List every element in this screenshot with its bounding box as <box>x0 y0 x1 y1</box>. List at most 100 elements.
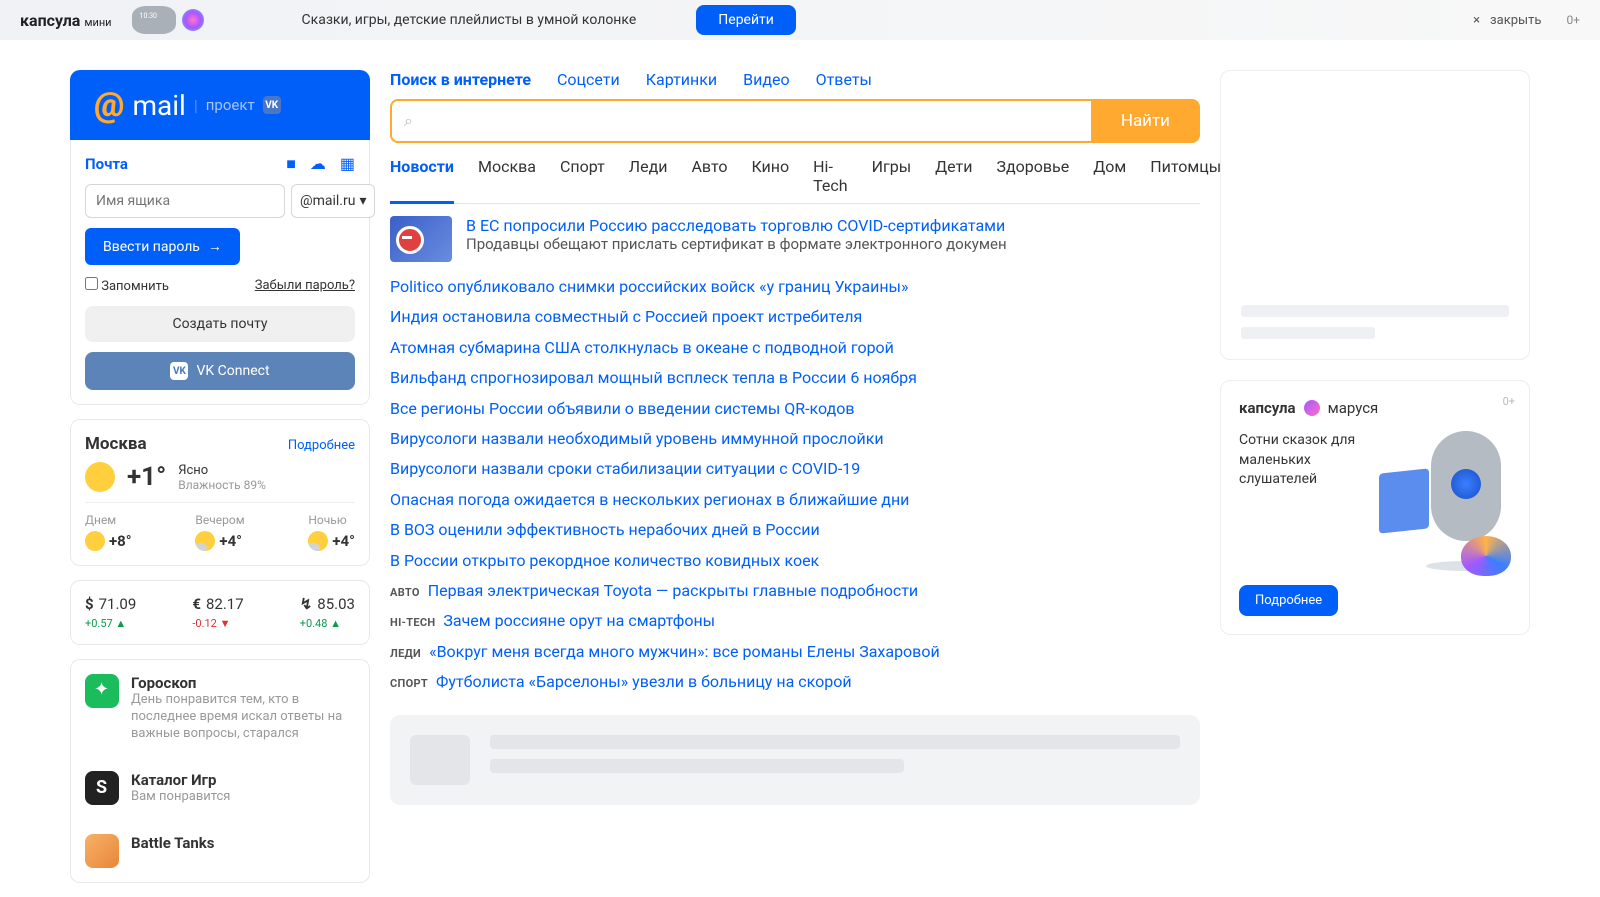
tagged-news[interactable]: ЛЕДИ«Вокруг меня всегда много мужчин»: в… <box>390 637 1200 667</box>
moon-cloud-icon <box>195 531 215 551</box>
at-icon: @ <box>94 85 124 125</box>
horoscope-sub: День понравится тем, кто в последнее вре… <box>131 692 355 743</box>
news-link[interactable]: Опасная погода ожидается в нескольких ре… <box>390 485 1200 515</box>
hero-news-title: В ЕС попросили Россию расследовать торго… <box>466 216 1200 235</box>
battle-tanks-card[interactable]: Battle Tanks <box>70 820 370 883</box>
tab-hitech[interactable]: Hi-Tech <box>813 157 847 195</box>
vk-connect-label: VK Connect <box>196 363 269 379</box>
domain-select[interactable]: @mail.ru ▾ <box>291 184 375 218</box>
tab-lady[interactable]: Леди <box>629 157 668 195</box>
news-link: Зачем россияне орут на смартфоны <box>443 606 715 636</box>
search-tab-social[interactable]: Соцсети <box>557 70 620 89</box>
horoscope-icon <box>85 674 119 708</box>
mail-logo-box[interactable]: @ mail | проект VK <box>70 70 370 140</box>
video-icon[interactable]: ■ <box>286 154 296 174</box>
news-link[interactable]: Вильфанд спрогнозировал мощный всплеск т… <box>390 363 1200 393</box>
rings-icon <box>1461 536 1511 576</box>
tagged-news[interactable]: АВТОПервая электрическая Toyota — раскры… <box>390 576 1200 606</box>
forecast-eve-label: Вечером <box>195 513 244 527</box>
create-mail-button[interactable]: Создать почту <box>85 306 355 342</box>
battle-tanks-icon <box>85 834 119 868</box>
tab-auto[interactable]: Авто <box>691 157 727 195</box>
forecast-night-temp: +4° <box>332 532 355 550</box>
hero-news[interactable]: В ЕС попросили Россию расследовать торго… <box>390 216 1200 262</box>
games-sub: Вам понравится <box>131 789 230 806</box>
news-link[interactable]: Атомная субмарина США столкнулась в океа… <box>390 333 1200 363</box>
news-link[interactable]: В ВОЗ оценили эффективность нерабочих дн… <box>390 515 1200 545</box>
capsule-promo: капсула маруся 0+ Сотни сказок для мален… <box>1220 380 1530 635</box>
horoscope-card[interactable]: Гороскоп День понравится тем, кто в посл… <box>70 659 370 757</box>
search-tab-web[interactable]: Поиск в интернете <box>390 70 531 89</box>
tagged-news[interactable]: HI-TECHЗачем россияне орут на смартфоны <box>390 606 1200 636</box>
search-tab-images[interactable]: Картинки <box>646 70 717 89</box>
forecast-night-label: Ночью <box>308 513 355 527</box>
games-title: Каталог Игр <box>131 771 230 789</box>
news-link[interactable]: Вирусологи назвали необходимый уровень и… <box>390 424 1200 454</box>
games-catalog-card[interactable]: Каталог Игр Вам понравится <box>70 757 370 820</box>
weather-card: Москва Подробнее +1° Ясно Влажность 89% … <box>70 419 370 566</box>
stub-image <box>410 735 470 785</box>
mail-section-title[interactable]: Почта <box>85 155 128 173</box>
tab-home[interactable]: Дом <box>1093 157 1126 195</box>
weather-more-link[interactable]: Подробнее <box>288 438 355 453</box>
capsule-logo-text: капсула <box>20 11 80 30</box>
marusia-icon <box>1304 400 1320 416</box>
stub-line <box>490 735 1180 749</box>
close-icon: × <box>1473 13 1480 28</box>
tab-games[interactable]: Игры <box>872 157 912 195</box>
tab-pets[interactable]: Питомцы <box>1150 157 1221 195</box>
news-link[interactable]: Politico опубликовало снимки российских … <box>390 272 1200 302</box>
calendar-icon[interactable]: ▦ <box>340 154 355 174</box>
promo-marusia-label: маруся <box>1328 399 1379 417</box>
news-link[interactable]: Индия остановила совместный с Россией пр… <box>390 302 1200 332</box>
logo-divider: | <box>194 96 198 115</box>
oil-value: 85.03 <box>317 595 355 613</box>
rate-oil[interactable]: ↯85.03 +0.48 ▲ <box>300 595 355 630</box>
enter-password-button[interactable]: Ввести пароль → <box>85 228 240 265</box>
forecast-day-label: Днем <box>85 513 132 527</box>
banner-cta-button[interactable]: Перейти <box>696 5 796 35</box>
search-button[interactable]: Найти <box>1091 99 1200 143</box>
speaker-icon <box>132 6 176 34</box>
oil-delta: +0.48 ▲ <box>300 617 355 630</box>
mail-wordmark: mail <box>132 89 185 122</box>
tab-moscow[interactable]: Москва <box>478 157 536 195</box>
news-list: Politico опубликовало снимки российских … <box>390 272 1200 697</box>
sun-icon <box>85 462 115 492</box>
vk-connect-button[interactable]: VK VK Connect <box>85 352 355 390</box>
cloud-icon[interactable]: ☁ <box>310 154 326 174</box>
promo-more-button[interactable]: Подробнее <box>1239 585 1338 616</box>
promo-age: 0+ <box>1503 395 1515 408</box>
weather-city: Москва <box>85 434 147 454</box>
promo-image <box>1369 431 1511 571</box>
rate-usd[interactable]: $71.09 +0.57 ▲ <box>85 595 136 630</box>
weather-temp: +1° <box>127 462 166 492</box>
top-banner: капсула мини Сказки, игры, детские плейл… <box>0 0 1600 40</box>
rates-card: $71.09 +0.57 ▲ €82.17 -0.12 ▼ ↯85.03 +0.… <box>70 580 370 645</box>
search-input[interactable] <box>421 112 1079 130</box>
login-input[interactable] <box>85 184 285 218</box>
usd-value: 71.09 <box>99 595 137 613</box>
tab-news[interactable]: Новости <box>390 157 454 204</box>
news-link[interactable]: В России открыто рекордное количество ко… <box>390 546 1200 576</box>
tab-sport[interactable]: Спорт <box>560 157 605 195</box>
tab-health[interactable]: Здоровье <box>996 157 1069 195</box>
weather-condition: Ясно <box>178 463 266 478</box>
search-tab-video[interactable]: Видео <box>743 70 789 89</box>
capsule-image <box>132 4 242 36</box>
category-tabs: Новости Москва Спорт Леди Авто Кино Hi-T… <box>390 157 1200 204</box>
eur-icon: € <box>192 595 201 613</box>
news-link[interactable]: Все регионы России объявили о введении с… <box>390 394 1200 424</box>
tab-kids[interactable]: Дети <box>935 157 972 195</box>
tagged-news[interactable]: СПОРТФутболиста «Барселоны» увезли в бол… <box>390 667 1200 697</box>
forgot-password-link[interactable]: Забыли пароль? <box>255 278 355 293</box>
battle-tanks-title: Battle Tanks <box>131 834 215 852</box>
banner-close[interactable]: × закрыть 0+ <box>1473 13 1580 28</box>
rate-eur[interactable]: €82.17 -0.12 ▼ <box>192 595 243 630</box>
tab-kino[interactable]: Кино <box>751 157 789 195</box>
search-tab-answers[interactable]: Ответы <box>816 70 872 89</box>
usd-delta: +0.57 ▲ <box>85 617 136 630</box>
books-icon <box>1379 468 1429 533</box>
remember-checkbox[interactable]: Запомнить <box>85 277 169 294</box>
news-link[interactable]: Вирусологи назвали сроки стабилизации си… <box>390 454 1200 484</box>
